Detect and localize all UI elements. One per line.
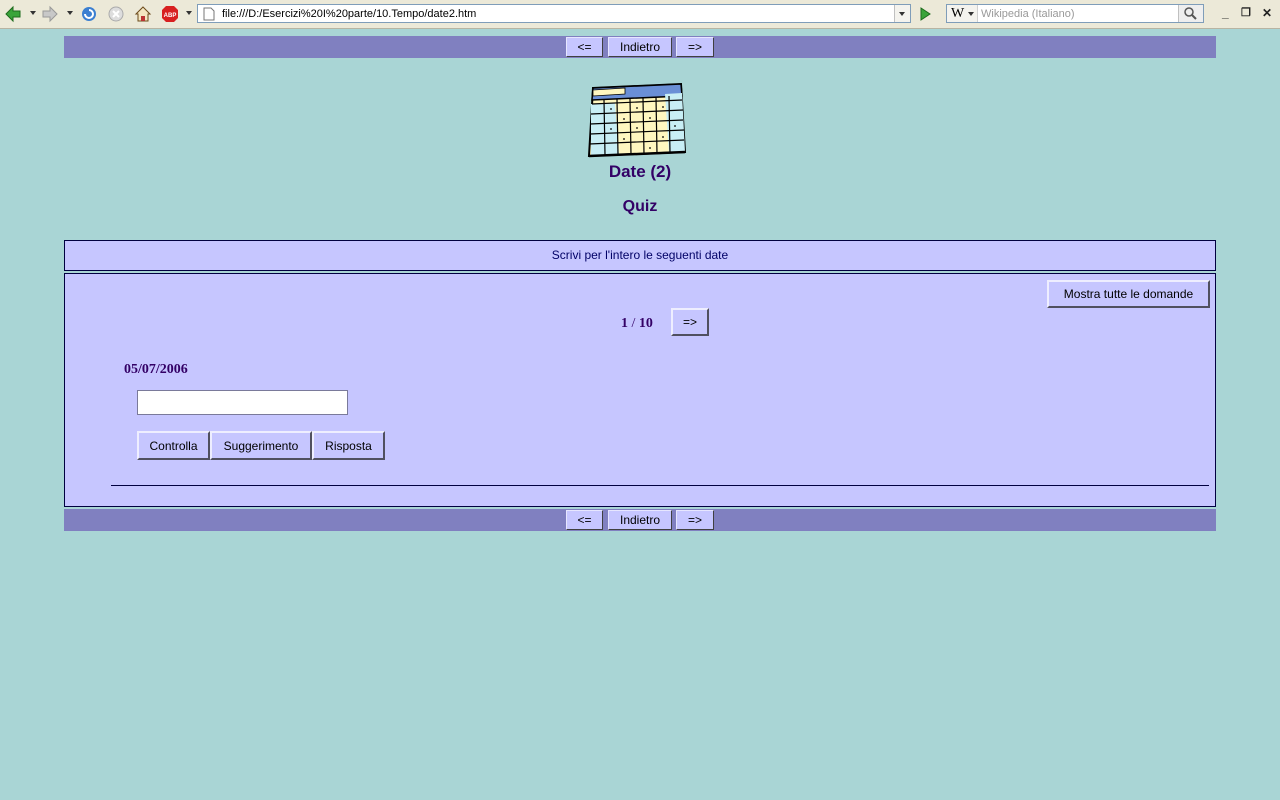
search-engine-selector[interactable]: W: [947, 5, 978, 22]
svg-text:ABP: ABP: [164, 13, 177, 19]
quiz-panel: Mostra tutte le domande 1 / 10 => 05/07/…: [64, 273, 1216, 507]
close-icon[interactable]: ✕: [1262, 6, 1272, 20]
top-navbar: <= Indietro =>: [64, 36, 1216, 58]
chevron-down-icon: [968, 12, 974, 16]
search-button[interactable]: [1178, 5, 1203, 22]
address-bar[interactable]: file:///D:/Esercizi%20I%20parte/10.Tempo…: [197, 4, 911, 23]
instructions-panel: Scrivi per l'intero le seguenti date: [64, 240, 1216, 271]
counter-separator: /: [631, 316, 636, 331]
go-icon[interactable]: [916, 5, 934, 23]
calendar-icon: [587, 82, 687, 158]
show-all-questions-button[interactable]: Mostra tutte le domande: [1047, 280, 1210, 308]
next-question-button[interactable]: =>: [671, 308, 709, 336]
page-icon: [203, 7, 215, 21]
next-page-button[interactable]: =>: [676, 37, 714, 57]
adblock-dropdown-icon[interactable]: [186, 11, 192, 15]
instructions-text: Scrivi per l'intero le seguenti date: [551, 248, 729, 262]
forward-dropdown-icon[interactable]: [67, 11, 73, 15]
hint-button[interactable]: Suggerimento: [210, 431, 312, 460]
prev-page-button[interactable]: <=: [566, 37, 603, 57]
adblock-icon[interactable]: ABP: [161, 5, 179, 23]
question-counter: 1 / 10: [621, 316, 653, 332]
minimize-icon[interactable]: _: [1222, 6, 1229, 20]
forward-arrow-icon[interactable]: [41, 5, 59, 23]
page-title: Date (2): [608, 162, 672, 181]
wikipedia-icon: W: [951, 6, 965, 21]
total-questions: 10: [638, 316, 653, 331]
restore-icon[interactable]: ❐: [1241, 6, 1251, 19]
check-button[interactable]: Controlla: [137, 431, 210, 460]
back-dropdown-icon[interactable]: [30, 11, 36, 15]
search-placeholder: Wikipedia (Italiano): [981, 8, 1075, 20]
divider: [111, 485, 1209, 486]
browser-toolbar: ABP file:///D:/Esercizi%20I%20parte/10.T…: [0, 0, 1280, 29]
url-text: file:///D:/Esercizi%20I%20parte/10.Tempo…: [222, 8, 477, 20]
next-page-button[interactable]: =>: [676, 510, 714, 530]
search-box[interactable]: W Wikipedia (Italiano): [946, 4, 1204, 23]
stop-icon[interactable]: [107, 5, 125, 23]
home-icon[interactable]: [134, 5, 152, 23]
page-subtitle: Quiz: [622, 198, 658, 215]
current-question-number: 1: [621, 316, 628, 331]
url-history-dropdown[interactable]: [894, 5, 910, 22]
reload-icon[interactable]: [80, 5, 98, 23]
back-button[interactable]: Indietro: [608, 37, 672, 57]
answer-button[interactable]: Risposta: [312, 431, 385, 460]
answer-input[interactable]: [137, 390, 348, 415]
back-arrow-icon[interactable]: [4, 5, 22, 23]
prev-page-button[interactable]: <=: [566, 510, 603, 530]
question-text: 05/07/2006: [124, 362, 188, 377]
chevron-down-icon: [899, 12, 905, 16]
bottom-navbar: <= Indietro =>: [64, 509, 1216, 531]
magnifier-icon: [1184, 7, 1197, 20]
back-button[interactable]: Indietro: [608, 510, 672, 530]
